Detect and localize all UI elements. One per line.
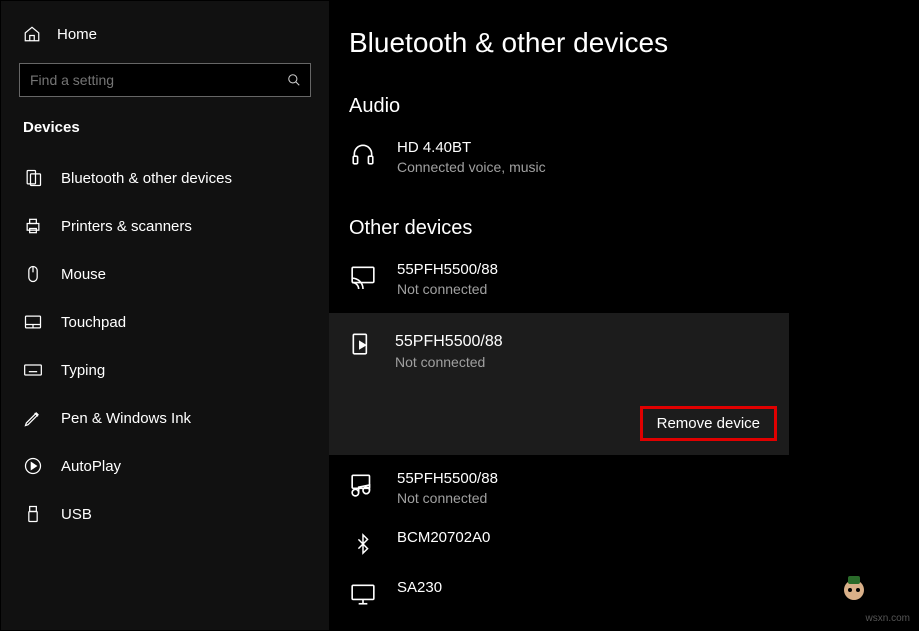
watermark: wsxn.com xyxy=(866,613,910,624)
device-info: SA230 xyxy=(397,578,442,598)
device-name: HD 4.40BT xyxy=(397,138,546,158)
search-wrapper xyxy=(19,63,311,97)
cast-icon xyxy=(349,262,377,290)
sidebar-item-label: Typing xyxy=(61,362,105,379)
usb-icon xyxy=(23,504,43,524)
home-icon xyxy=(23,25,41,43)
other-device-row-selected[interactable]: 55PFH5500/88 Not connected Remove device xyxy=(329,313,789,454)
other-device-row[interactable]: 55PFH5500/88 Not connected xyxy=(329,250,918,309)
sidebar-item-printers[interactable]: Printers & scanners xyxy=(1,202,329,250)
sidebar-item-bluetooth[interactable]: Bluetooth & other devices xyxy=(1,154,329,202)
device-info: BCM20702A0 xyxy=(397,528,490,548)
device-info: 55PFH5500/88 Not connected xyxy=(395,331,503,371)
device-status: Not connected xyxy=(397,489,498,508)
other-device-row[interactable]: SA230 xyxy=(329,568,918,618)
device-status: Connected voice, music xyxy=(397,158,546,177)
device-name: SA230 xyxy=(397,578,442,598)
mouse-icon xyxy=(23,264,43,284)
device-name: 55PFH5500/88 xyxy=(397,260,498,280)
sidebar-item-touchpad[interactable]: Touchpad xyxy=(1,298,329,346)
sidebar-item-usb[interactable]: USB xyxy=(1,490,329,538)
keyboard-icon xyxy=(23,360,43,380)
sidebar-item-mouse[interactable]: Mouse xyxy=(1,250,329,298)
home-label: Home xyxy=(57,26,97,43)
sidebar-item-pen[interactable]: Pen & Windows Ink xyxy=(1,394,329,442)
settings-window: Home Devices Bluetooth & other devices P… xyxy=(0,0,919,631)
bluetooth-icon xyxy=(349,530,377,558)
search-input[interactable] xyxy=(19,63,311,97)
device-name: 55PFH5500/88 xyxy=(397,469,498,489)
sidebar-nav: Bluetooth & other devices Printers & sca… xyxy=(1,154,329,538)
section-other-heading: Other devices xyxy=(329,217,918,240)
headphones-icon xyxy=(349,140,377,168)
device-status: Not connected xyxy=(397,280,498,299)
device-info: 55PFH5500/88 Not connected xyxy=(397,469,498,508)
device-status: Not connected xyxy=(395,353,503,372)
sidebar-item-typing[interactable]: Typing xyxy=(1,346,329,394)
device-name: 55PFH5500/88 xyxy=(395,331,503,353)
mascot-image xyxy=(836,570,872,606)
sidebar-item-label: Printers & scanners xyxy=(61,218,192,235)
device-name: BCM20702A0 xyxy=(397,528,490,548)
sidebar-item-autoplay[interactable]: AutoPlay xyxy=(1,442,329,490)
section-other: Other devices 55PFH5500/88 Not connected xyxy=(329,217,918,618)
sidebar-item-label: AutoPlay xyxy=(61,458,121,475)
sidebar-item-label: Mouse xyxy=(61,266,106,283)
sidebar-item-label: Pen & Windows Ink xyxy=(61,410,191,427)
sidebar-item-label: Bluetooth & other devices xyxy=(61,170,232,187)
touchpad-icon xyxy=(23,312,43,332)
main-content: Bluetooth & other devices Audio HD 4.40B… xyxy=(329,1,918,630)
device-info: 55PFH5500/88 Not connected xyxy=(397,260,498,299)
page-title: Bluetooth & other devices xyxy=(329,27,918,59)
autoplay-icon xyxy=(23,456,43,476)
remove-device-button[interactable]: Remove device xyxy=(640,406,777,441)
printer-icon xyxy=(23,216,43,236)
play-to-icon xyxy=(349,331,375,357)
other-device-row[interactable]: BCM20702A0 xyxy=(329,518,918,568)
section-audio-heading: Audio xyxy=(329,95,918,118)
media-device-icon xyxy=(349,471,377,499)
home-link[interactable]: Home xyxy=(1,19,329,57)
device-info: HD 4.40BT Connected voice, music xyxy=(397,138,546,177)
sidebar-item-label: USB xyxy=(61,506,92,523)
other-device-row[interactable]: 55PFH5500/88 Not connected xyxy=(329,459,918,518)
pen-icon xyxy=(23,408,43,428)
monitor-icon xyxy=(349,580,377,608)
sidebar-item-label: Touchpad xyxy=(61,314,126,331)
sidebar-heading: Devices xyxy=(1,109,329,154)
audio-device-row[interactable]: HD 4.40BT Connected voice, music xyxy=(329,128,918,187)
sidebar: Home Devices Bluetooth & other devices P… xyxy=(1,1,329,630)
devices-icon xyxy=(23,168,43,188)
